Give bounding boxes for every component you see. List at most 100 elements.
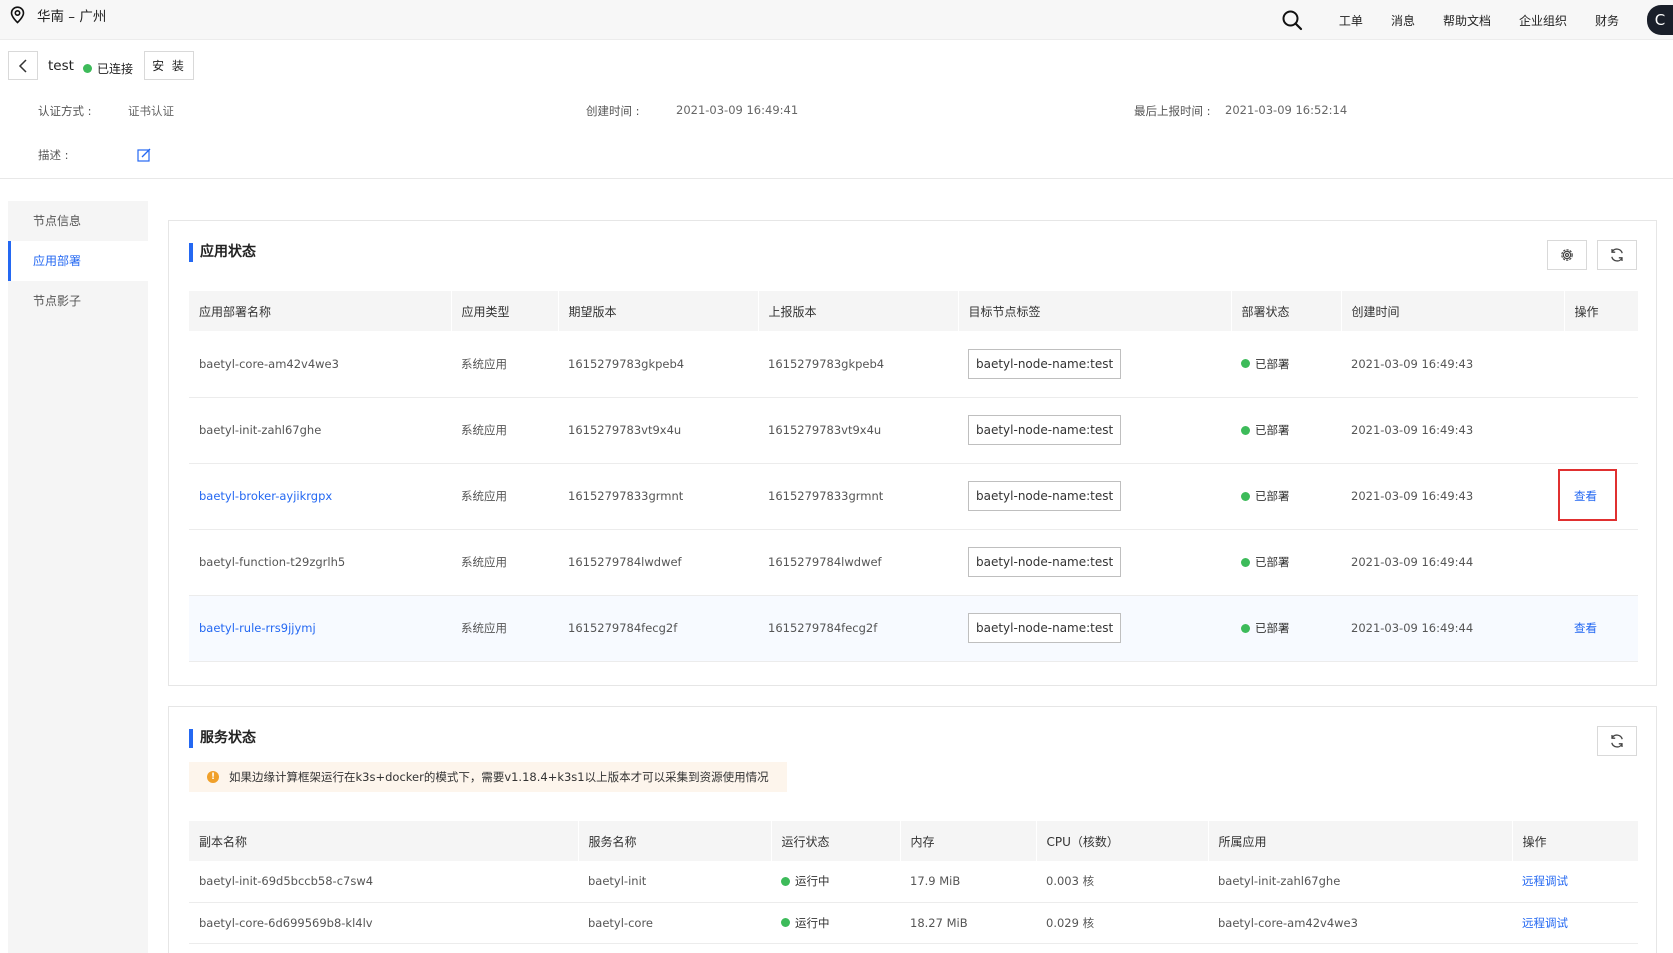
- expected-version: 1615279783vt9x4u: [558, 397, 758, 464]
- sidenav-item-app-deploy[interactable]: 应用部署: [8, 241, 148, 281]
- column-header: CPU（核数）: [1036, 821, 1209, 861]
- created-time: 2021-03-09 16:49:43: [1341, 397, 1564, 464]
- app-name: baetyl-core-am42v4we3: [189, 331, 451, 398]
- settings-button[interactable]: [1547, 240, 1587, 270]
- region-selector[interactable]: 华南 – 广州: [10, 6, 107, 25]
- node-label-tag: baetyl-node-name:test: [968, 348, 1122, 379]
- column-header: 上报版本: [758, 291, 959, 331]
- row-action: [1564, 397, 1638, 464]
- app-type: 系统应用: [451, 331, 558, 398]
- column-header: 内存: [900, 821, 1037, 861]
- app-status-title: 应用状态: [189, 243, 256, 262]
- status-dot-icon: [1241, 491, 1250, 501]
- back-button[interactable]: [8, 51, 38, 80]
- table-row: baetyl-function-t29zgrlh5 系统应用 161527978…: [189, 529, 1638, 596]
- description-label: 描述 :: [38, 148, 69, 162]
- cpu: 0.029 核: [1036, 902, 1208, 944]
- highlight-box: [1558, 469, 1617, 521]
- deploy-status: 已部署: [1241, 422, 1290, 438]
- table-row: baetyl-init-69d5bccb58-c7sw4 baetyl-init…: [189, 861, 1638, 903]
- status-dot-icon: [781, 876, 790, 886]
- column-header: 操作: [1564, 291, 1639, 331]
- app-type: 系统应用: [451, 397, 558, 464]
- owner-app: baetyl-init-zahl67ghe: [1208, 861, 1512, 903]
- side-nav: 节点信息 应用部署 节点影子: [8, 201, 148, 953]
- top-bar: 华南 – 广州 工单 消息 帮助文档 企业组织 财务 C: [0, 0, 1673, 40]
- replica-name: baetyl-init-69d5bccb58-c7sw4: [189, 861, 578, 903]
- nav-messages-link[interactable]: 消息: [1391, 12, 1415, 29]
- sidenav-item-node-info[interactable]: 节点信息: [8, 201, 148, 241]
- reported-version: 16152797833grmnt: [758, 463, 958, 530]
- column-header: 所属应用: [1208, 821, 1513, 861]
- last-report-label: 最后上报时间 :: [1134, 104, 1211, 118]
- created-time-label: 创建时间 :: [586, 104, 640, 118]
- created-time: 2021-03-09 16:49:43: [1341, 463, 1564, 530]
- table-row: baetyl-broker-ayjikrgpx 系统应用 16152797833…: [189, 463, 1638, 530]
- app-type: 系统应用: [451, 463, 558, 530]
- warning-icon: !: [207, 771, 219, 783]
- refresh-apps-button[interactable]: [1597, 240, 1637, 270]
- column-header: 运行状态: [771, 821, 901, 861]
- status-dot-icon: [1241, 557, 1250, 567]
- app-type: 系统应用: [451, 595, 558, 662]
- node-label-tag: baetyl-node-name:test: [968, 547, 1122, 577]
- column-header: 部署状态: [1231, 291, 1342, 331]
- table-row: baetyl-core-am42v4we3 系统应用 1615279783gkp…: [189, 331, 1638, 398]
- node-label-tag: baetyl-node-name:test: [968, 415, 1122, 445]
- table-header: 副本名称 服务名称 运行状态 内存 CPU（核数） 所属应用 操作: [189, 821, 1639, 861]
- refresh-icon: [1611, 248, 1623, 262]
- edit-icon[interactable]: [137, 148, 151, 162]
- chevron-left-icon: [18, 58, 27, 73]
- region-label: 华南 – 广州: [37, 9, 107, 25]
- connection-status-label: 已连接: [97, 62, 134, 76]
- service-name: baetyl-init: [578, 861, 771, 903]
- reported-version: 1615279784fecg2f: [758, 595, 958, 662]
- node-name: test: [48, 58, 74, 74]
- app-name: baetyl-init-zahl67ghe: [189, 397, 451, 464]
- view-button[interactable]: 查看: [1564, 595, 1638, 662]
- connection-status: 已连接: [83, 60, 133, 77]
- sidenav-item-node-shadow[interactable]: 节点影子: [8, 281, 148, 321]
- header-divider: [0, 178, 1673, 179]
- avatar[interactable]: C: [1647, 5, 1673, 35]
- status-dot-icon: [83, 64, 92, 73]
- deploy-status: 已部署: [1241, 620, 1290, 636]
- app-name: baetyl-function-t29zgrlh5: [189, 529, 451, 596]
- memory: 17.9 MiB: [900, 861, 1036, 903]
- row-action: [1564, 331, 1638, 398]
- deploy-status: 已部署: [1241, 554, 1290, 570]
- column-header: 创建时间: [1341, 291, 1565, 331]
- nav-organization-link[interactable]: 企业组织: [1519, 12, 1567, 29]
- column-header: 副本名称: [189, 821, 579, 861]
- nav-tickets-link[interactable]: 工单: [1339, 12, 1363, 29]
- refresh-icon: [1611, 734, 1623, 748]
- created-time-value: 2021-03-09 16:49:41: [676, 103, 799, 117]
- warning-text: 如果边缘计算框架运行在k3s+docker的模式下，需要v1.18.4+k3s1…: [229, 770, 769, 784]
- created-time: 2021-03-09 16:49:44: [1341, 595, 1564, 662]
- table-header: 应用部署名称 应用类型 期望版本 上报版本 目标节点标签 部署状态 创建时间 操…: [189, 291, 1639, 331]
- status-dot-icon: [1241, 359, 1250, 369]
- remote-debug-link[interactable]: 远程调试: [1512, 861, 1638, 903]
- deploy-status: 已部署: [1241, 488, 1290, 504]
- app-status-card: 应用状态 应用部署名称 应用类型 期望版本 上报版本 目标节点标签 部署状态 创…: [168, 220, 1657, 686]
- service-name: baetyl-core: [578, 902, 771, 944]
- expected-version: 1615279784lwdwef: [558, 529, 758, 596]
- app-name-link[interactable]: baetyl-broker-ayjikrgpx: [189, 463, 451, 530]
- nav-finance-link[interactable]: 财务: [1595, 12, 1619, 29]
- remote-debug-link[interactable]: 远程调试: [1512, 902, 1638, 944]
- service-status-card: 服务状态 ! 如果边缘计算框架运行在k3s+docker的模式下，需要v1.18…: [168, 706, 1657, 953]
- app-status-table: 应用部署名称 应用类型 期望版本 上报版本 目标节点标签 部署状态 创建时间 操…: [189, 291, 1639, 662]
- refresh-services-button[interactable]: [1597, 726, 1637, 756]
- reported-version: 1615279784lwdwef: [758, 529, 958, 596]
- column-header: 应用部署名称: [189, 291, 452, 331]
- search-icon[interactable]: [1281, 9, 1303, 31]
- auth-method-label: 认证方式 :: [38, 104, 92, 118]
- app-type: 系统应用: [451, 529, 558, 596]
- nav-help-docs-link[interactable]: 帮助文档: [1443, 12, 1491, 29]
- install-button[interactable]: 安 装: [144, 51, 194, 80]
- created-time: 2021-03-09 16:49:43: [1341, 331, 1564, 398]
- expected-version: 1615279783gkpeb4: [558, 331, 758, 398]
- expected-version: 16152797833grmnt: [558, 463, 758, 530]
- last-report-value: 2021-03-09 16:52:14: [1225, 103, 1348, 117]
- app-name-link[interactable]: baetyl-rule-rrs9jjymj: [189, 595, 451, 662]
